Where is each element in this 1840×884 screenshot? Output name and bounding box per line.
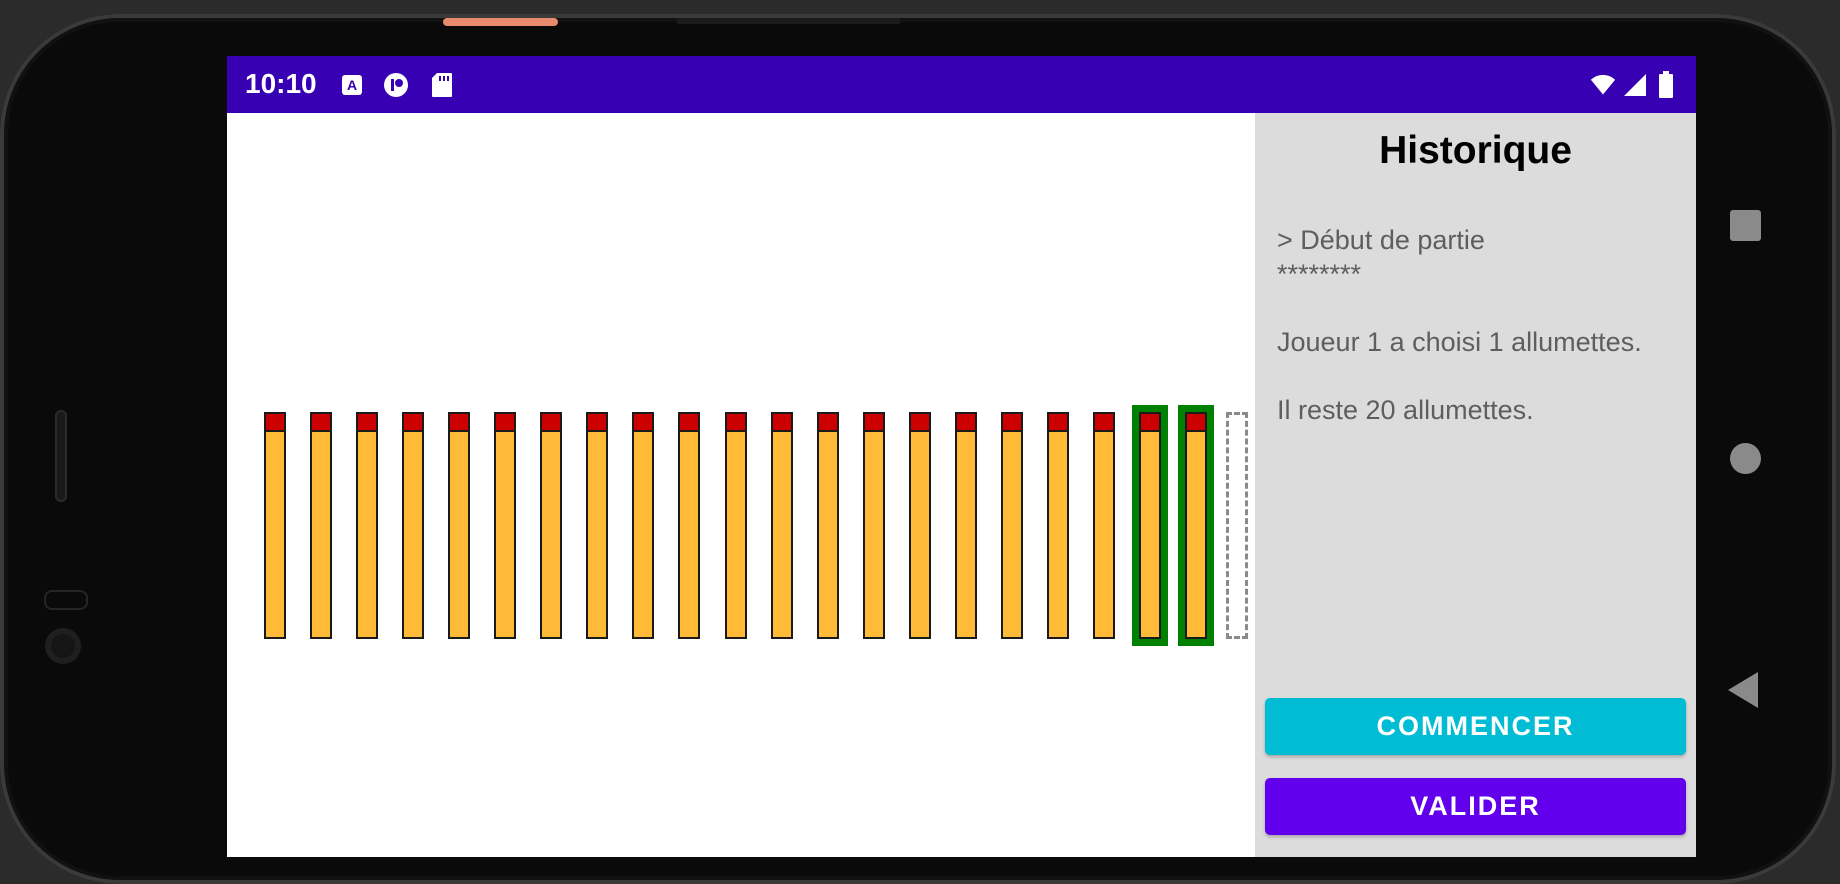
match-head	[312, 414, 331, 432]
match[interactable]	[770, 412, 793, 639]
match[interactable]	[264, 412, 286, 639]
match-head	[358, 414, 377, 432]
match-head	[404, 414, 423, 432]
speaker-grille	[55, 410, 67, 502]
match-head	[1140, 414, 1159, 432]
signal-icon	[1622, 72, 1648, 98]
volume-key	[676, 18, 901, 24]
match-head	[634, 414, 653, 432]
match-head	[680, 414, 699, 432]
status-time: 10:10	[245, 68, 317, 99]
match-head	[266, 414, 284, 432]
match[interactable]	[586, 412, 609, 639]
match-head	[864, 414, 883, 432]
match-head	[1002, 414, 1021, 432]
match[interactable]	[632, 412, 655, 639]
match[interactable]	[1092, 412, 1115, 639]
history-separator: ********	[1277, 259, 1362, 289]
match-head	[772, 414, 791, 432]
match[interactable]	[310, 412, 333, 639]
proximity-sensor	[44, 590, 88, 610]
battery-icon	[1653, 71, 1679, 98]
match-head	[496, 414, 515, 432]
match[interactable]	[678, 412, 701, 639]
power-key	[443, 18, 558, 26]
sd-card-icon	[429, 72, 455, 98]
app-notification-icon	[383, 72, 409, 98]
match-head	[1187, 414, 1205, 432]
match[interactable]	[862, 412, 885, 639]
match[interactable]	[1046, 412, 1069, 639]
phone-frame: 10:10 A Historique > Début de partie ***…	[0, 14, 1836, 884]
match[interactable]	[1000, 412, 1023, 639]
match-selected[interactable]	[1131, 405, 1168, 646]
match[interactable]	[816, 412, 839, 639]
history-title: Historique	[1379, 129, 1572, 172]
history-entry: > Début de partie	[1277, 225, 1485, 255]
history-entry: Joueur 1 a choisi 1 allumettes.	[1277, 327, 1642, 357]
match[interactable]	[724, 412, 747, 639]
match-head	[450, 414, 469, 432]
history-entry: Il reste 20 allumettes.	[1277, 395, 1534, 425]
match-head	[818, 414, 837, 432]
match[interactable]	[540, 412, 563, 639]
match[interactable]	[908, 412, 931, 639]
match-head	[542, 414, 561, 432]
match[interactable]	[494, 412, 517, 639]
match[interactable]	[954, 412, 977, 639]
removed-match-slot	[1226, 412, 1249, 639]
match-head	[726, 414, 745, 432]
start-button[interactable]: COMMENCER	[1265, 698, 1686, 755]
app-screen: 10:10 A Historique > Début de partie ***…	[227, 56, 1696, 857]
a-notification-icon: A	[339, 72, 365, 98]
svg-text:A: A	[347, 77, 357, 93]
match[interactable]	[448, 412, 471, 639]
match-head	[1094, 414, 1113, 432]
status-bar: 10:10 A	[227, 56, 1696, 113]
back-button-icon[interactable]	[1728, 672, 1758, 708]
wifi-icon	[1590, 72, 1616, 98]
match-head	[588, 414, 607, 432]
match-board	[227, 113, 1255, 857]
match[interactable]	[356, 412, 379, 639]
home-button-icon[interactable]	[1730, 443, 1761, 474]
match[interactable]	[402, 412, 425, 639]
validate-button[interactable]: VALIDER	[1265, 778, 1686, 835]
front-camera-icon	[45, 628, 81, 664]
match-head	[910, 414, 929, 432]
history-panel: Historique > Début de partie ******** Jo…	[1255, 113, 1696, 857]
match-head	[956, 414, 975, 432]
match-head	[1048, 414, 1067, 432]
match-selected[interactable]	[1178, 405, 1214, 646]
recents-button-icon[interactable]	[1730, 210, 1761, 241]
